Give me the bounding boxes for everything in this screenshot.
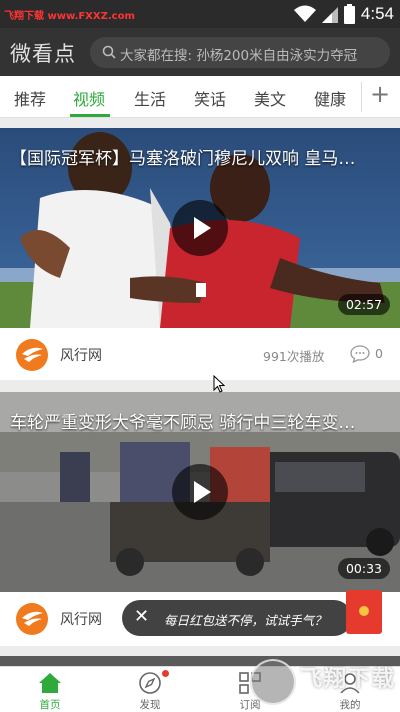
tab-divider [361,82,362,112]
tab-life[interactable]: 生活 [134,86,166,110]
status-icons: 4:54 [293,4,394,24]
play-button[interactable] [172,200,228,256]
tab-jokes[interactable]: 笑话 [194,86,226,110]
app-title: 微看点 [10,42,76,66]
search-placeholder: 大家都在搜: 孙杨200米自由泳实力夺冠 [120,48,358,64]
video-title[interactable]: 【国际冠军杯】马塞洛破门穆尼儿双响 皇马… [10,144,355,169]
video-thumbnail[interactable]: 【国际冠军杯】马塞洛破门穆尼儿双响 皇马… 02:57 [0,128,400,328]
watermark-logo-text: 飞翔下载 [300,667,397,692]
source-logo-icon[interactable] [16,339,48,371]
app-header: 微看点 大家都在搜: 孙杨200米自由泳实力夺冠 [0,28,400,76]
search-input[interactable]: 大家都在搜: 孙杨200米自由泳实力夺冠 [90,37,390,68]
signal-icon [321,7,338,23]
video-card[interactable]: 【国际冠军杯】马塞洛破门穆尼儿双响 皇马… 02:57 风行网 991次播放 0 [0,128,400,380]
video-duration: 00:33 [337,558,390,579]
nav-home[interactable]: 首页 [0,667,100,712]
tab-health[interactable]: 健康 [314,86,346,110]
clock: 4:54 [360,4,394,23]
nav-label: 发现 [139,699,161,711]
battery-icon [343,4,355,24]
status-bar: 飞翔下载 www.FXXZ.com 4:54 [0,0,400,28]
compass-icon [139,672,161,694]
active-tab-indicator [70,114,110,117]
play-button[interactable] [172,464,228,520]
watermark-logo-url: www.FXXZ.com [306,691,400,704]
tab-essays[interactable]: 美文 [254,86,286,110]
add-tab-button[interactable]: + [370,80,390,108]
search-icon [102,45,116,59]
nav-discover[interactable]: 发现 [100,667,200,712]
toast-text: 每日红包送不停，试试手气？ [164,613,327,628]
category-tabs: 推荐 视频 生活 笑话 美文 健康 + [0,76,400,118]
watermark-text: 飞翔下载 www.FXXZ.com [4,11,135,22]
watermark-logo: 飞翔下载 www.FXXZ.com [248,655,400,712]
watermark-logo-icon [250,659,296,705]
mouse-cursor-icon [213,375,225,393]
video-thumbnail[interactable]: 车轮严重变形大爷毫不顾忌 骑行中三轮车变… 00:33 [0,392,400,592]
source-logo-icon[interactable] [16,603,48,635]
video-meta-row: 风行网 991次播放 0 [0,328,400,380]
home-icon [39,673,61,693]
notification-dot [162,670,169,677]
toast-close-icon[interactable]: ✕ [134,606,149,627]
source-name[interactable]: 风行网 [60,345,102,365]
video-duration: 02:57 [337,294,390,315]
red-packet-toast[interactable]: ✕ 每日红包送不停，试试手气？ [122,600,352,636]
wifi-icon [293,5,316,22]
play-count: 991次播放 [263,349,325,364]
comment-icon[interactable] [350,345,370,363]
comment-count: 0 [375,346,383,361]
nav-label: 首页 [39,699,61,711]
source-name[interactable]: 风行网 [60,609,102,629]
tab-recommend[interactable]: 推荐 [14,86,46,110]
red-packet-icon[interactable] [346,590,382,634]
video-title[interactable]: 车轮严重变形大爷毫不顾忌 骑行中三轮车变… [10,408,355,433]
tab-video[interactable]: 视频 [73,86,105,110]
